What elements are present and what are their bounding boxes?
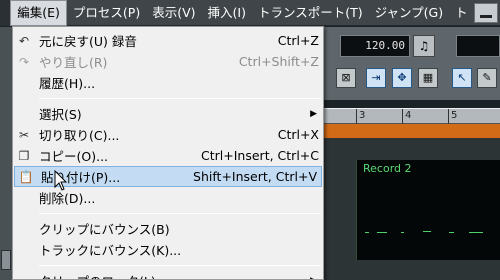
menu-process[interactable]: プロセス(P) bbox=[67, 0, 146, 26]
submenu-arrow-icon: ▶ bbox=[310, 108, 317, 119]
audio-clip[interactable]: Record 2 bbox=[356, 160, 500, 260]
scissors-icon: ✂ bbox=[18, 127, 30, 142]
metronome-icon[interactable]: ♫ bbox=[413, 35, 435, 57]
ruler-tick: 4 bbox=[405, 110, 412, 121]
menu-separator bbox=[39, 265, 321, 266]
menu-item-select[interactable]: 選択(S) ▶ bbox=[13, 103, 323, 124]
mouse-cursor-icon bbox=[54, 170, 68, 191]
menu-view[interactable]: 表示(V) bbox=[146, 0, 201, 26]
edit-menu-dropdown: ↶ 元に戻す(U) 録音 Ctrl+Z ↷ やり直し(R) Ctrl+Shift… bbox=[12, 26, 324, 280]
menu-item-undo[interactable]: ↶ 元に戻す(U) 録音 Ctrl+Z bbox=[13, 30, 323, 51]
redo-icon: ↷ bbox=[18, 54, 30, 69]
paste-icon: 📋 bbox=[18, 169, 34, 184]
copy-icon: ❐ bbox=[18, 148, 30, 163]
menu-separator bbox=[39, 213, 321, 214]
loop-region-strip[interactable] bbox=[324, 124, 500, 138]
minimize-icon bbox=[479, 14, 492, 18]
snap-icon[interactable]: ⊠ bbox=[336, 68, 356, 88]
menu-item-lock-clip[interactable]: クリップのロック(L) ▶ bbox=[13, 270, 323, 280]
ruler-tick: 5 bbox=[451, 110, 458, 121]
menu-jump[interactable]: ジャンプ(G) bbox=[369, 0, 449, 26]
menu-item-redo[interactable]: ↷ やり直し(R) Ctrl+Shift+Z bbox=[13, 51, 323, 72]
menu-item-cut[interactable]: ✂ 切り取り(C)... Ctrl+X bbox=[13, 124, 323, 145]
grid-icon[interactable]: ▦ bbox=[418, 68, 438, 88]
select-tool-icon[interactable]: ↖ bbox=[452, 68, 472, 88]
submenu-arrow-icon: ▶ bbox=[310, 276, 317, 280]
left-scrollbar-thumb[interactable] bbox=[1, 250, 11, 270]
left-panel-strip bbox=[0, 27, 12, 280]
menu-item-history[interactable]: 履歴(H)... bbox=[13, 72, 323, 93]
time-display bbox=[456, 35, 500, 57]
menu-transport[interactable]: トランスポート(T) bbox=[252, 0, 369, 26]
menu-separator bbox=[39, 98, 321, 99]
menu-item-bounce-to-clip[interactable]: クリップにバウンス(B) bbox=[13, 218, 323, 239]
menu-insert[interactable]: 挿入(I) bbox=[202, 0, 252, 26]
menu-more[interactable]: ト bbox=[449, 0, 474, 26]
ruler-tick: 3 bbox=[359, 110, 366, 121]
minimize-button[interactable] bbox=[473, 2, 498, 23]
move-icon[interactable]: ✥ bbox=[392, 68, 412, 88]
menu-item-copy[interactable]: ❐ コピー(O)... Ctrl+Insert, Ctrl+C bbox=[13, 145, 323, 166]
menu-item-bounce-to-track[interactable]: トラックにバウンス(K)... bbox=[13, 239, 323, 260]
draw-tool-icon[interactable]: ✎ bbox=[477, 68, 497, 88]
menu-edit[interactable]: 編集(E) bbox=[10, 0, 67, 26]
menu-bar: 編集(E) プロセス(P) 表示(V) 挿入(I) トランスポート(T) ジャン… bbox=[0, 0, 500, 26]
timeline-ruler[interactable]: 3 4 5 bbox=[324, 108, 500, 124]
clip-title: Record 2 bbox=[363, 162, 412, 175]
undo-icon: ↶ bbox=[18, 33, 30, 48]
tempo-field[interactable]: 120.00 bbox=[340, 35, 410, 57]
split-icon[interactable]: ⇥ bbox=[366, 68, 386, 88]
